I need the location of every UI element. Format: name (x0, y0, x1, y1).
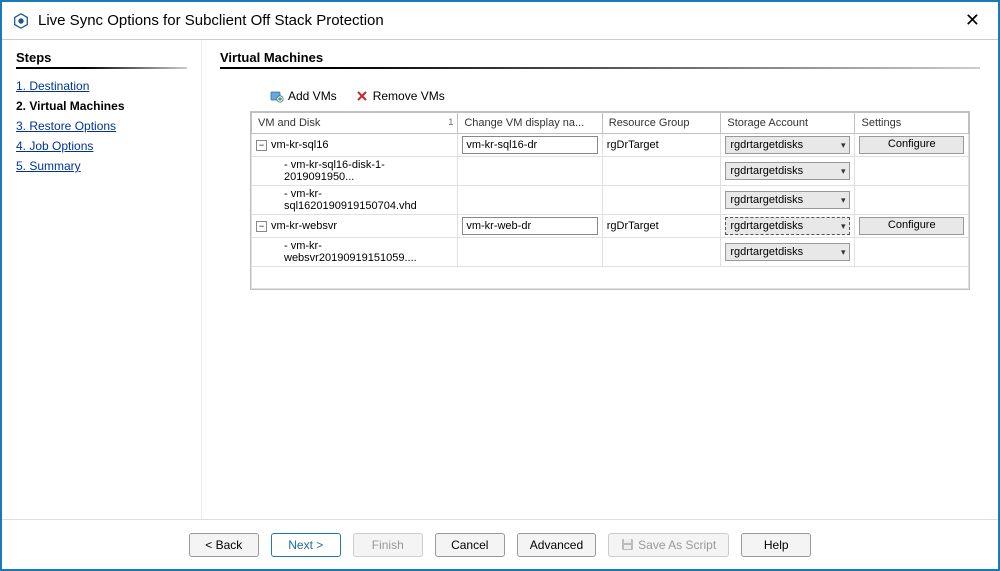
main-underline (220, 67, 980, 69)
save-as-script-button: Save As Script (608, 533, 729, 557)
step-job-options[interactable]: 4. Job Options (16, 139, 187, 153)
table-row[interactable]: - vm-kr-websvr20190919151059.... rgdrtar… (252, 238, 969, 267)
advanced-button[interactable]: Advanced (517, 533, 596, 557)
main: Virtual Machines Add VMs Remove VMs (202, 40, 998, 519)
storage-account-select[interactable]: rgdrtargetdisks▾ (725, 162, 850, 180)
table-row[interactable]: −vm-kr-sql16 rgDrTarget rgdrtargetdisks▾… (252, 134, 969, 157)
step-destination[interactable]: 1. Destination (16, 79, 187, 93)
storage-account-select[interactable]: rgdrtargetdisks▾ (725, 243, 850, 261)
vm-grid-body: −vm-kr-sql16 rgDrTarget rgdrtargetdisks▾… (252, 134, 969, 289)
footer: < Back Next > Finish Cancel Advanced Sav… (2, 519, 998, 569)
sidebar-underline (16, 67, 187, 69)
remove-icon (355, 89, 369, 103)
next-button[interactable]: Next > (271, 533, 341, 557)
col-resource-group[interactable]: Resource Group (602, 113, 721, 134)
help-button[interactable]: Help (741, 533, 811, 557)
storage-account-select[interactable]: rgdrtargetdisks▾ (725, 191, 850, 209)
collapse-icon[interactable]: − (256, 221, 267, 232)
app-icon (12, 12, 30, 30)
close-icon[interactable]: ✕ (957, 6, 988, 35)
chevron-down-icon: ▾ (841, 140, 846, 151)
col-vm-and-disk[interactable]: VM and Disk1 (252, 113, 458, 134)
resource-group-cell: rgDrTarget (602, 215, 721, 238)
configure-button[interactable]: Configure (859, 136, 964, 154)
toolbar: Add VMs Remove VMs (270, 89, 980, 103)
chevron-down-icon: ▾ (841, 166, 846, 177)
remove-vms-button[interactable]: Remove VMs (355, 89, 445, 103)
vm-grid: VM and Disk1 Change VM display na... Res… (250, 111, 970, 290)
add-icon (270, 89, 284, 103)
sort-indicator: 1 (448, 117, 453, 127)
disk-name: - vm-kr-sql16-disk-1-2019091950... (284, 159, 453, 183)
chevron-down-icon: ▾ (841, 221, 846, 232)
window-title: Live Sync Options for Subclient Off Stac… (38, 12, 957, 29)
sidebar: Steps 1. Destination 2. Virtual Machines… (2, 40, 202, 519)
col-storage-account[interactable]: Storage Account (721, 113, 855, 134)
step-restore-options[interactable]: 3. Restore Options (16, 119, 187, 133)
col-display-name[interactable]: Change VM display na... (458, 113, 602, 134)
add-vms-label: Add VMs (288, 89, 337, 103)
resource-group-cell: rgDrTarget (602, 134, 721, 157)
disk-name: - vm-kr-websvr20190919151059.... (284, 240, 453, 264)
table-row[interactable]: −vm-kr-websvr rgDrTarget rgdrtargetdisks… (252, 215, 969, 238)
table-row[interactable]: - vm-kr-sql16-disk-1-2019091950... rgdrt… (252, 157, 969, 186)
add-vms-button[interactable]: Add VMs (270, 89, 337, 103)
step-virtual-machines[interactable]: 2. Virtual Machines (16, 99, 187, 113)
chevron-down-icon: ▾ (841, 247, 846, 258)
display-name-input[interactable] (462, 136, 597, 154)
chevron-down-icon: ▾ (841, 195, 846, 206)
table-row[interactable]: - vm-kr-sql1620190919150704.vhd rgdrtarg… (252, 186, 969, 215)
collapse-icon[interactable]: − (256, 140, 267, 151)
step-summary[interactable]: 5. Summary (16, 159, 187, 173)
configure-button[interactable]: Configure (859, 217, 964, 235)
display-name-input[interactable] (462, 217, 597, 235)
vm-name: vm-kr-websvr (271, 220, 337, 232)
sidebar-header: Steps (16, 50, 187, 65)
remove-vms-label: Remove VMs (373, 89, 445, 103)
body: Steps 1. Destination 2. Virtual Machines… (2, 40, 998, 519)
main-header: Virtual Machines (220, 50, 980, 65)
back-button[interactable]: < Back (189, 533, 259, 557)
empty-row (252, 267, 969, 289)
finish-button: Finish (353, 533, 423, 557)
save-icon (621, 538, 634, 551)
disk-name: - vm-kr-sql1620190919150704.vhd (284, 188, 453, 212)
titlebar: Live Sync Options for Subclient Off Stac… (2, 2, 998, 40)
storage-account-select[interactable]: rgdrtargetdisks▾ (725, 217, 850, 235)
window: Live Sync Options for Subclient Off Stac… (0, 0, 1000, 571)
col-settings[interactable]: Settings (855, 113, 969, 134)
cancel-button[interactable]: Cancel (435, 533, 505, 557)
storage-account-select[interactable]: rgdrtargetdisks▾ (725, 136, 850, 154)
vm-name: vm-kr-sql16 (271, 139, 328, 151)
